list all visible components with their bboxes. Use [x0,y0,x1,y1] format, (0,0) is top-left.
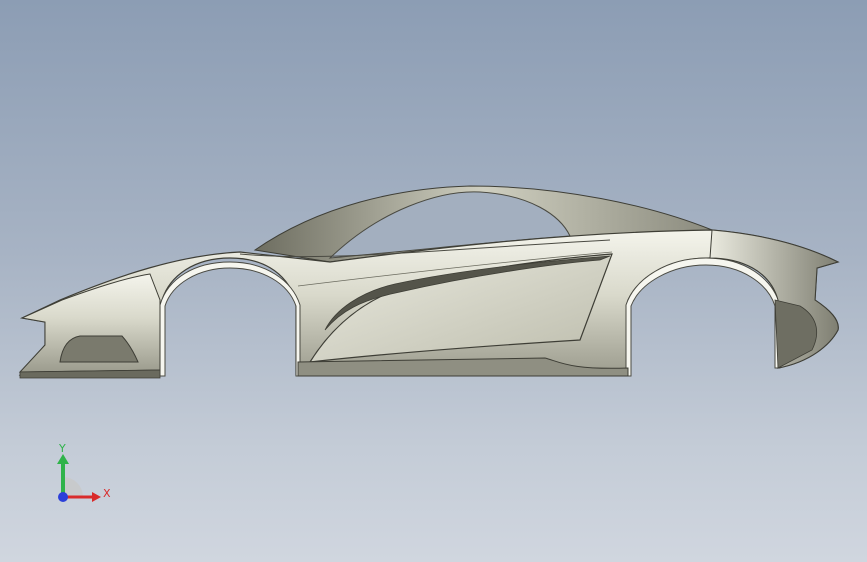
graphics-viewport[interactable]: Y X [0,0,867,562]
x-axis-label: X [103,487,111,500]
axis-triad: Y X [57,442,111,502]
y-axis-label: Y [58,442,66,455]
rear-wheel-arch [625,257,781,377]
front-wheel-arch [159,261,301,377]
z-axis-origin [58,492,68,502]
y-axis-arrowhead [57,454,69,464]
x-axis-arrowhead [92,492,101,502]
car-body-model[interactable] [0,0,867,562]
